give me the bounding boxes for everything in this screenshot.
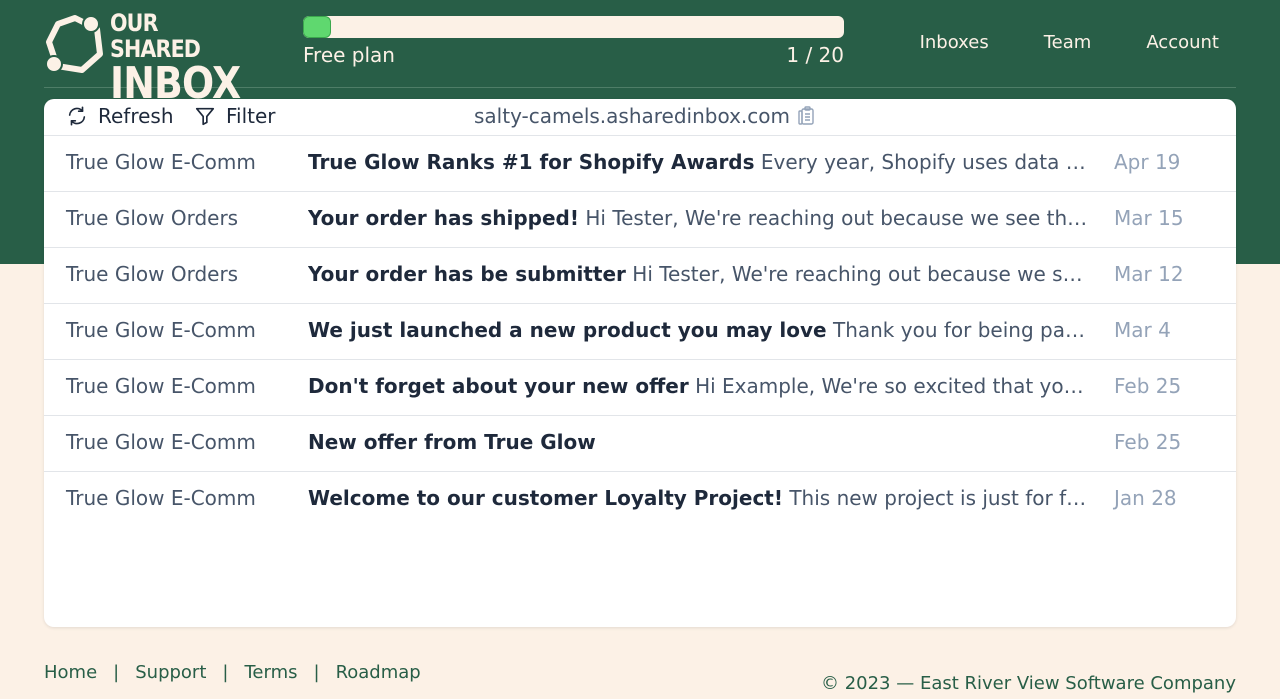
message-subject: Your order has shipped! xyxy=(308,206,579,230)
message-sender: True Glow E-Comm xyxy=(66,430,256,454)
footer-separator: | xyxy=(113,662,120,683)
plan-label: Free plan xyxy=(303,43,395,67)
footer-separator: | xyxy=(313,662,320,683)
message-list: True Glow E-Comm True Glow Ranks #1 for … xyxy=(44,136,1236,528)
brand-logo[interactable]: OUR SHARED INBOX xyxy=(44,10,244,106)
message-date: Jan 28 xyxy=(1114,486,1177,510)
refresh-icon xyxy=(68,106,86,126)
message-subject: New offer from True Glow xyxy=(308,430,596,454)
message-summary: We just launched a new product you may l… xyxy=(308,318,1090,342)
footer-link-support[interactable]: Support xyxy=(135,662,206,683)
message-preview: Hi Tester, We're reaching out because we… xyxy=(585,206,1090,230)
footer-links: Home | Support | Terms | Roadmap xyxy=(44,662,421,683)
message-summary: Welcome to our customer Loyalty Project!… xyxy=(308,486,1090,510)
footer-separator: | xyxy=(222,662,229,683)
inbox-address: salty-camels.asharedinbox.com xyxy=(474,104,816,128)
logo-mark-icon xyxy=(45,15,103,73)
message-sender: True Glow E-Comm xyxy=(66,374,256,398)
footer-link-home[interactable]: Home xyxy=(44,662,97,683)
message-row[interactable]: True Glow E-Comm True Glow Ranks #1 for … xyxy=(44,136,1236,192)
message-summary: True Glow Ranks #1 for Shopify Awards Ev… xyxy=(308,150,1090,174)
refresh-label: Refresh xyxy=(98,104,174,128)
refresh-button[interactable]: Refresh xyxy=(66,104,174,128)
nav-account[interactable]: Account xyxy=(1146,32,1219,53)
top-header: OUR SHARED INBOX Free plan 1 / 20 Inboxe… xyxy=(44,0,1236,106)
message-subject: Don't forget about your new offer xyxy=(308,374,689,398)
inbox-address-text: salty-camels.asharedinbox.com xyxy=(474,104,790,128)
message-date: Mar 15 xyxy=(1114,206,1184,230)
main-nav: Inboxes Team Account xyxy=(920,32,1219,53)
nav-inboxes[interactable]: Inboxes xyxy=(920,32,989,53)
message-date: Apr 19 xyxy=(1114,150,1181,174)
message-sender: True Glow Orders xyxy=(66,206,239,230)
plan-usage: Free plan 1 / 20 xyxy=(303,16,844,67)
inbox-card: Refresh Filter salty-camels.asharedinbox… xyxy=(44,99,1236,627)
message-preview: Hi Example, We're so excited that you're… xyxy=(695,374,1090,398)
message-row[interactable]: True Glow Orders Your order has shipped!… xyxy=(44,192,1236,248)
message-preview: Thank you for being part project, we hav… xyxy=(832,318,1090,342)
logo-wordmark: OUR SHARED INBOX xyxy=(110,10,262,106)
plan-progress-fill xyxy=(303,16,332,38)
copyright-text: © 2023 — East River View Software Compan… xyxy=(820,673,1236,694)
plan-count: 1 / 20 xyxy=(786,43,844,67)
message-subject: Your order has be submitter xyxy=(308,262,626,286)
message-date: Mar 4 xyxy=(1114,318,1171,342)
nav-team[interactable]: Team xyxy=(1044,32,1092,53)
message-row[interactable]: True Glow Orders Your order has be submi… xyxy=(44,248,1236,304)
message-summary: New offer from True Glow xyxy=(308,430,1090,454)
message-row[interactable]: True Glow E-Comm Don't forget about your… xyxy=(44,360,1236,416)
message-preview: This new project is just for fans of our… xyxy=(789,486,1090,510)
message-subject: True Glow Ranks #1 for Shopify Awards xyxy=(308,150,755,174)
message-subject: Welcome to our customer Loyalty Project! xyxy=(308,486,783,510)
inbox-toolbar: Refresh Filter salty-camels.asharedinbox… xyxy=(44,99,1236,136)
message-sender: True Glow Orders xyxy=(66,262,239,286)
filter-label: Filter xyxy=(226,104,276,128)
message-sender: True Glow E-Comm xyxy=(66,318,256,342)
message-preview: Hi Tester, We're reaching out because we… xyxy=(632,262,1090,286)
copy-icon[interactable] xyxy=(798,106,816,126)
filter-button[interactable]: Filter xyxy=(194,104,276,128)
message-summary: Don't forget about your new offer Hi Exa… xyxy=(308,374,1090,398)
message-date: Feb 25 xyxy=(1114,374,1182,398)
message-date: Mar 12 xyxy=(1114,262,1184,286)
message-summary: Your order has be submitter Hi Tester, W… xyxy=(308,262,1090,286)
plan-progress-bar xyxy=(303,16,844,38)
message-row[interactable]: True Glow E-Comm We just launched a new … xyxy=(44,304,1236,360)
message-sender: True Glow E-Comm xyxy=(66,150,256,174)
message-subject: We just launched a new product you may l… xyxy=(308,318,827,342)
message-preview: Every year, Shopify uses data from their… xyxy=(760,150,1090,174)
footer-link-terms[interactable]: Terms xyxy=(244,662,297,683)
message-summary: Your order has shipped! Hi Tester, We're… xyxy=(308,206,1090,230)
filter-icon xyxy=(195,107,215,126)
message-date: Feb 25 xyxy=(1114,430,1182,454)
message-sender: True Glow E-Comm xyxy=(66,486,256,510)
message-row[interactable]: True Glow E-Comm New offer from True Glo… xyxy=(44,416,1236,472)
logo-line-1: OUR SHARED xyxy=(110,9,201,63)
footer-link-roadmap[interactable]: Roadmap xyxy=(336,662,421,683)
message-row[interactable]: True Glow E-Comm Welcome to our customer… xyxy=(44,472,1236,528)
